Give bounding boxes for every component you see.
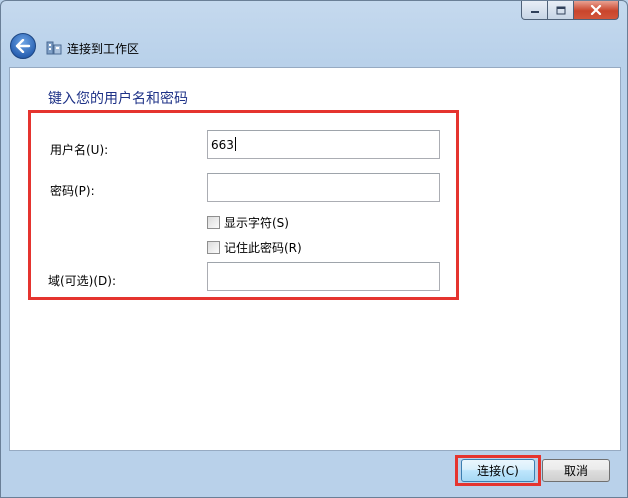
username-value: 663 — [211, 138, 234, 152]
form-heading: 键入您的用户名和密码 — [48, 91, 188, 107]
dialog-window: 连接到工作区 键入您的用户名和密码 用户名(U): 663 密码(P): 显示字… — [0, 0, 628, 498]
minimize-button[interactable] — [521, 1, 548, 20]
maximize-button[interactable] — [548, 1, 574, 20]
workplace-icon — [46, 41, 62, 55]
window-title: 连接到工作区 — [67, 42, 140, 56]
caption-buttons — [521, 1, 619, 21]
show-chars-checkbox[interactable] — [207, 216, 220, 229]
close-icon — [590, 5, 602, 15]
remember-password-label: 记住此密码(R) — [224, 241, 302, 255]
domain-label: 域(可选)(D): — [48, 274, 117, 288]
remember-password-row[interactable]: 记住此密码(R) — [207, 239, 302, 256]
show-chars-label: 显示字符(S) — [224, 216, 289, 230]
minimize-icon — [530, 11, 539, 13]
username-label: 用户名(U): — [50, 143, 109, 157]
content-panel: 键入您的用户名和密码 用户名(U): 663 密码(P): 显示字符(S) 记住… — [9, 67, 621, 451]
remember-password-checkbox[interactable] — [207, 241, 220, 254]
show-chars-row[interactable]: 显示字符(S) — [207, 214, 289, 231]
back-button[interactable] — [10, 33, 36, 59]
cancel-button[interactable]: 取消 — [542, 459, 610, 482]
username-input[interactable]: 663 — [207, 130, 440, 159]
password-label: 密码(P): — [50, 184, 95, 198]
close-button[interactable] — [574, 1, 619, 20]
back-arrow-icon — [15, 39, 31, 53]
maximize-icon — [556, 6, 565, 14]
connect-button[interactable]: 连接(C) — [461, 459, 535, 482]
domain-input[interactable] — [207, 262, 440, 291]
text-caret — [234, 137, 236, 151]
header: 连接到工作区 — [1, 29, 627, 65]
password-input[interactable] — [207, 173, 440, 202]
